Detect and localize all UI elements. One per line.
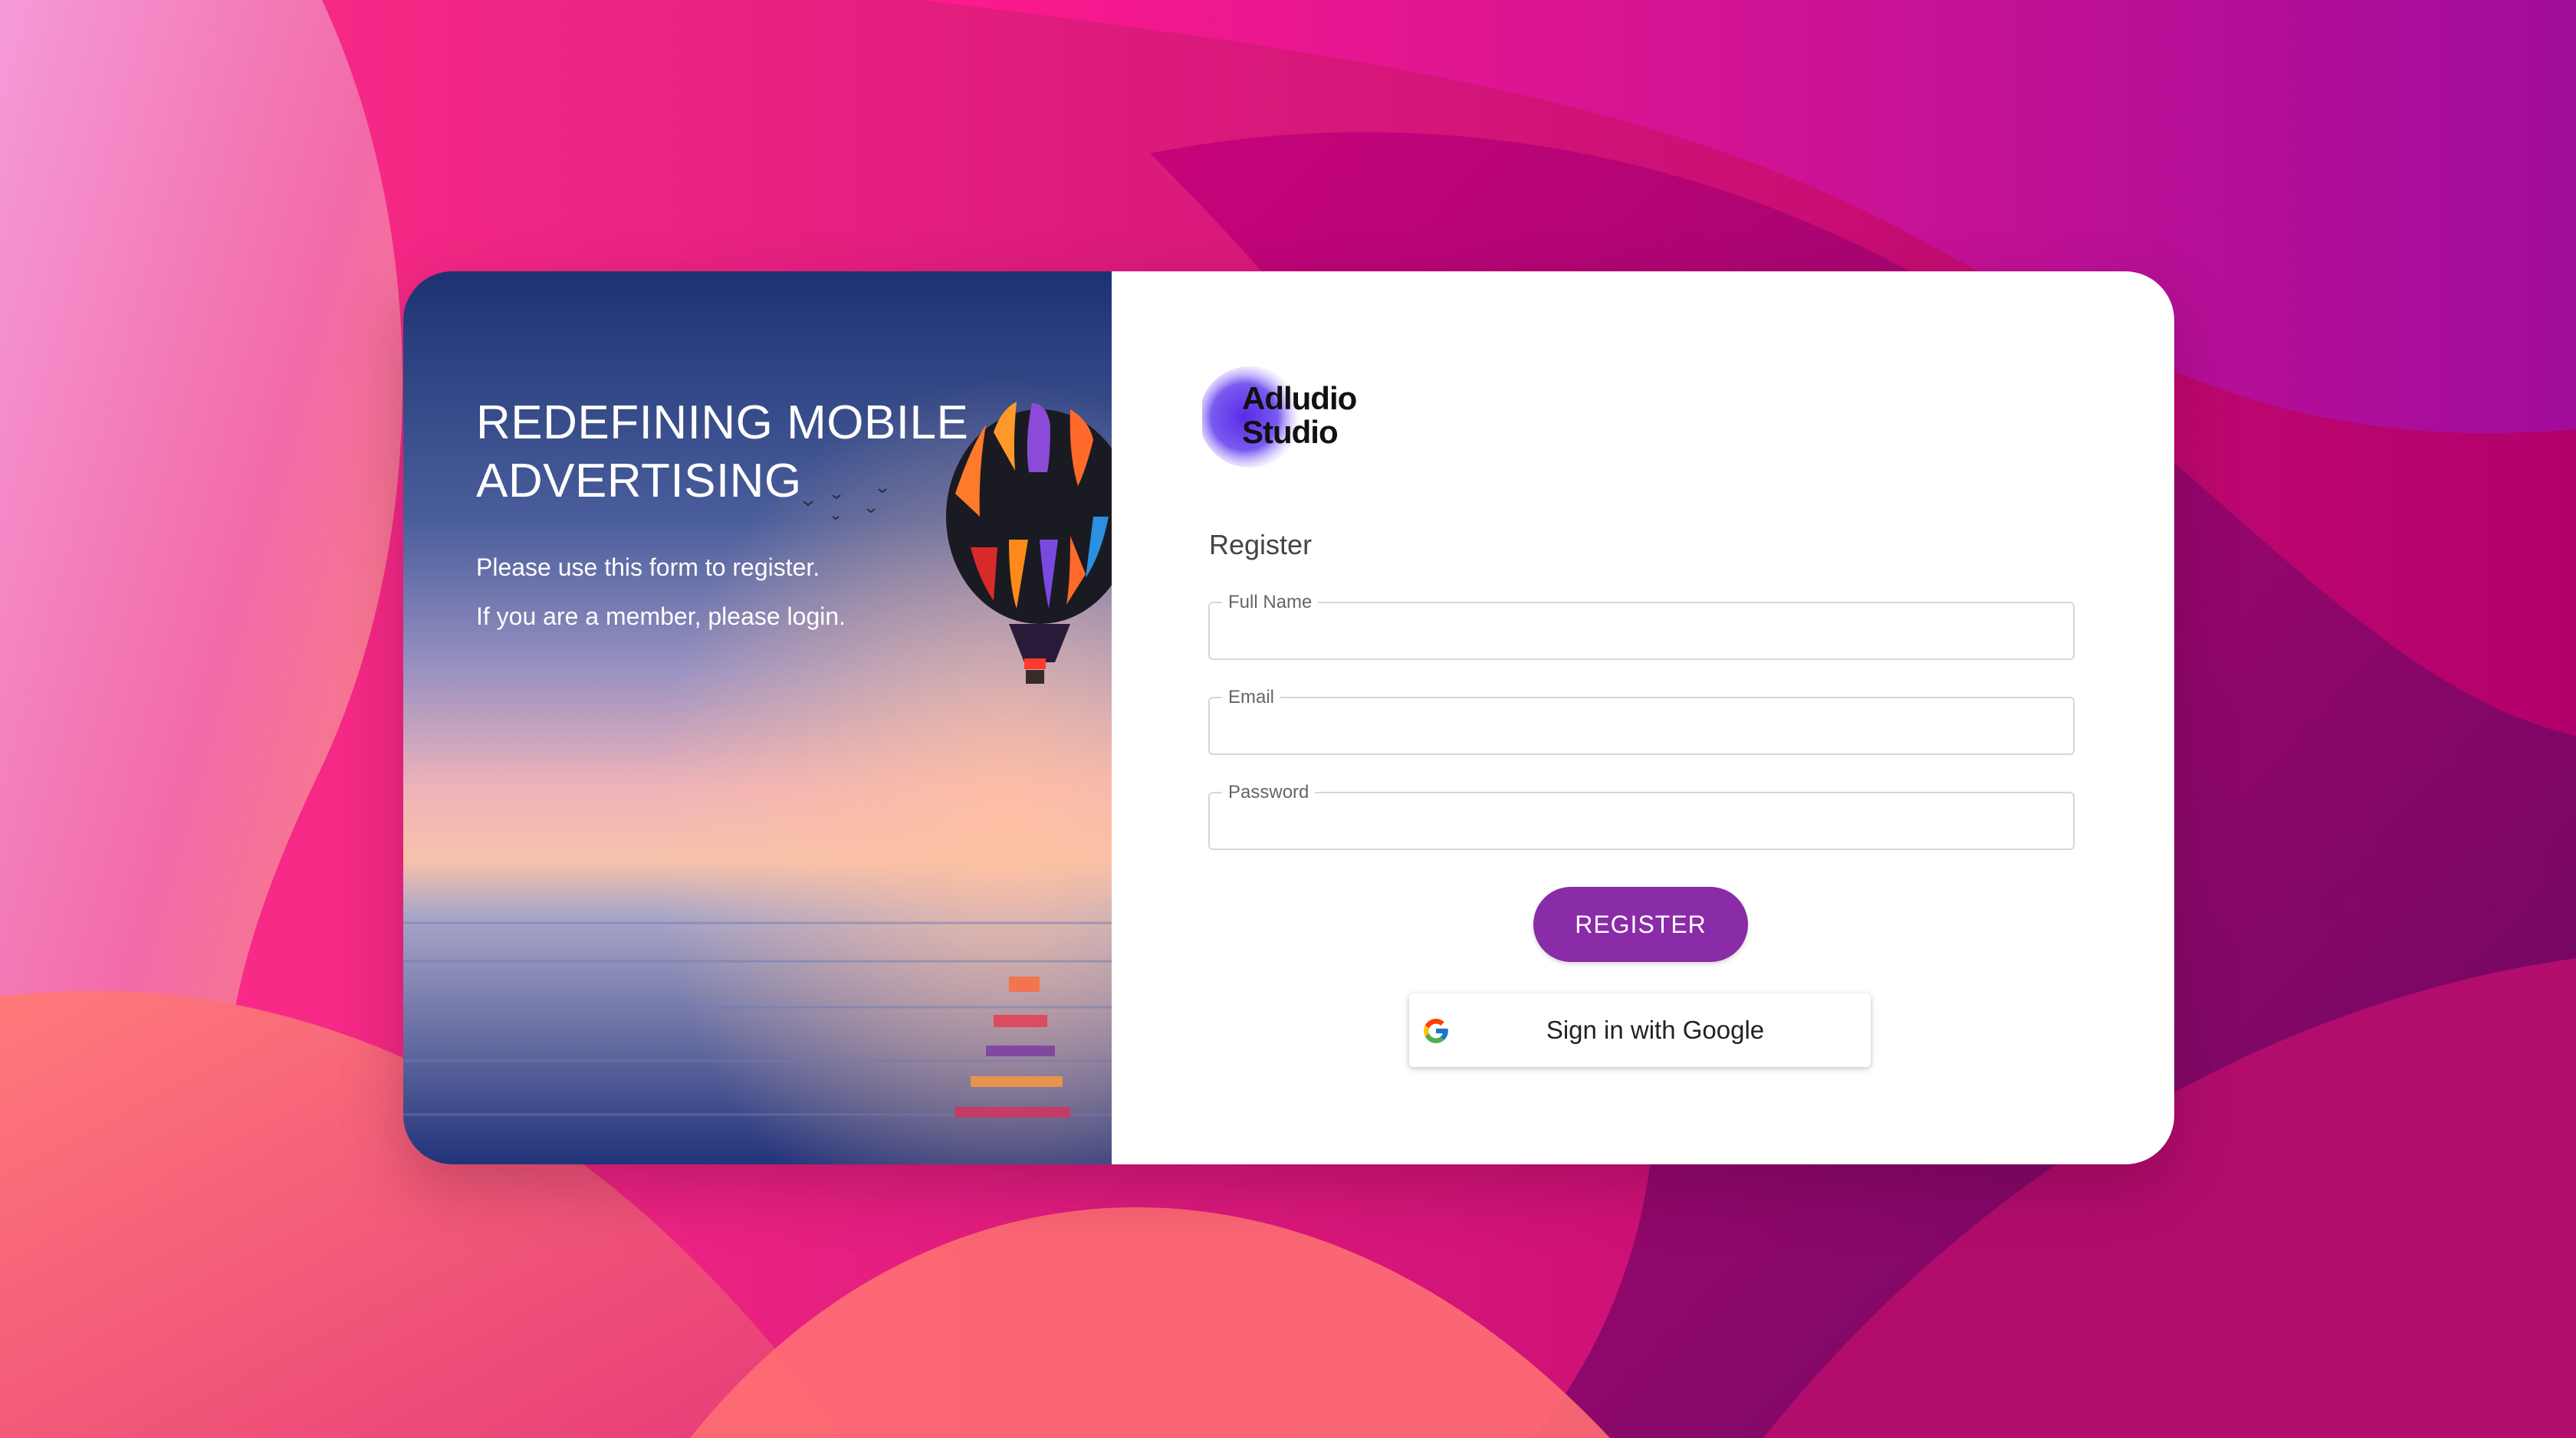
hero-title: REDEFINING MOBILE ADVERTISING: [476, 394, 1059, 511]
full-name-field[interactable]: Full Name: [1208, 592, 2075, 660]
google-signin-label: Sign in with Google: [1546, 1016, 1765, 1044]
hero-title-line1: REDEFINING MOBILE: [476, 396, 969, 449]
hero-line-register: Please use this form to register.: [476, 553, 820, 581]
logo-text: Adludio Studio: [1242, 380, 1357, 450]
hero-panel: REDEFINING MOBILE ADVERTISING Please use…: [403, 271, 1112, 1164]
logo-line2: Studio: [1242, 414, 1339, 450]
form-heading: Register: [1209, 529, 1313, 560]
full-name-input[interactable]: [1210, 603, 2073, 658]
password-input[interactable]: [1210, 793, 2073, 849]
logo-line1: Adludio: [1242, 380, 1357, 416]
email-field[interactable]: Email: [1208, 687, 2075, 755]
google-signin-button[interactable]: Sign in with Google: [1409, 993, 1871, 1067]
email-input[interactable]: [1210, 698, 2073, 753]
hero-text: REDEFINING MOBILE ADVERTISING Please use…: [476, 394, 1059, 641]
google-icon: [1424, 1019, 1448, 1043]
form-panel: Adludio Studio Register Full Name Email …: [1112, 271, 2174, 1164]
hero-line-login: If you are a member, please login.: [476, 602, 846, 630]
hero-title-line2: ADVERTISING: [476, 455, 802, 507]
register-card: REDEFINING MOBILE ADVERTISING Please use…: [403, 271, 2174, 1164]
password-field[interactable]: Password: [1208, 782, 2075, 850]
brand-logo: Adludio Studio: [1199, 363, 1386, 471]
register-button[interactable]: REGISTER: [1533, 887, 1748, 962]
